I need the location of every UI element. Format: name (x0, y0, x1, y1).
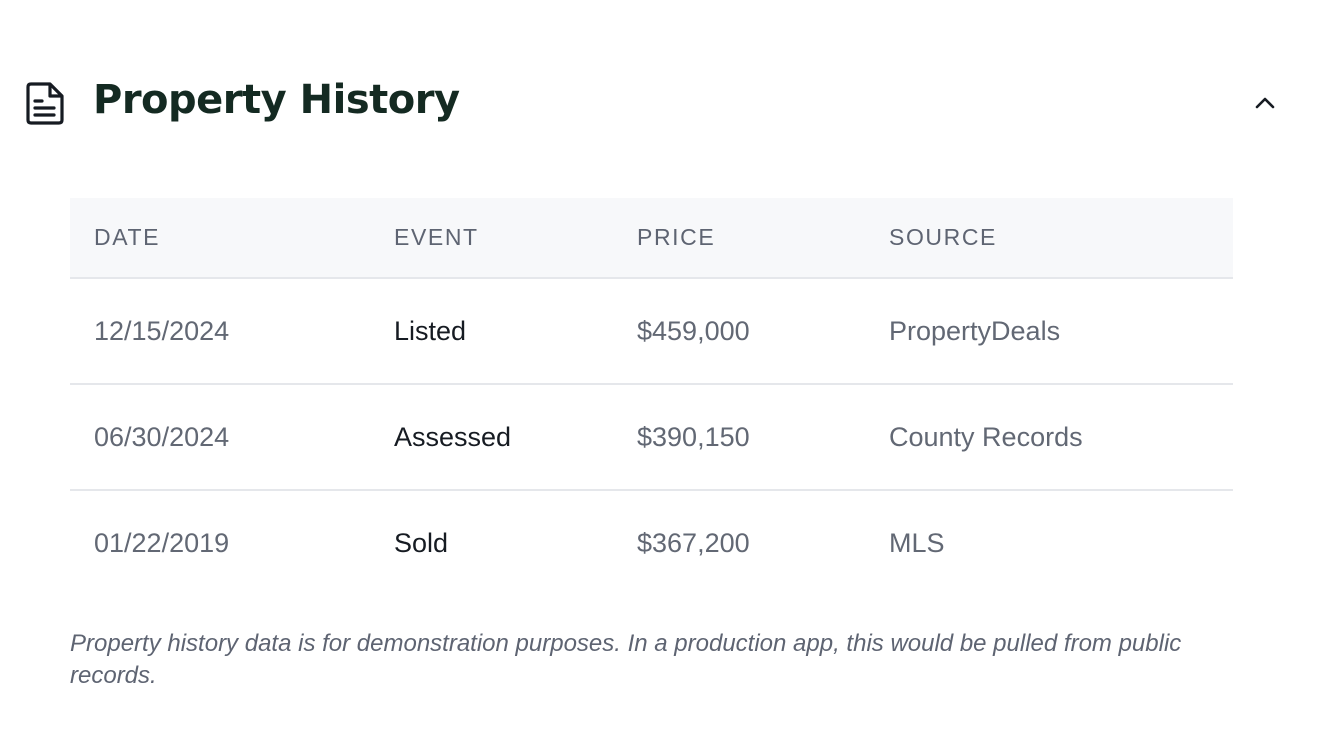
cell-source: County Records (865, 384, 1233, 491)
cell-price: $459,000 (613, 278, 865, 385)
section-title: Property History (93, 77, 460, 123)
cell-event: Sold (394, 528, 449, 558)
cell-event: Listed (370, 278, 613, 385)
cell-date: 06/30/2024 (70, 384, 370, 491)
column-header-event: EVENT (370, 198, 613, 279)
collapse-toggle-button[interactable] (1246, 86, 1284, 120)
cell-event: Assessed (370, 384, 613, 491)
cell-source: MLS (889, 528, 945, 558)
property-history-header: Property History (0, 60, 1338, 144)
table-row: 06/30/2024 Assessed $390,150 County Reco… (70, 384, 1233, 491)
table-header-row: DATE EVENT PRICE SOURCE (70, 198, 1233, 279)
cell-date: 01/22/2019 (94, 528, 230, 558)
column-header-price: PRICE (613, 198, 865, 279)
document-icon (25, 80, 67, 126)
disclaimer-footnote: Property history data is for demonstrati… (70, 630, 1182, 689)
table-row: 01/22/2019 Sold $367,200 MLS (70, 490, 1233, 596)
cell-price: $367,200 (637, 528, 750, 558)
cell-price: $390,150 (613, 384, 865, 491)
column-header-source: SOURCE (865, 198, 1233, 279)
cell-source: PropertyDeals (865, 278, 1233, 385)
table-row: 12/15/2024 Listed $459,000 PropertyDeals (70, 278, 1233, 385)
cell-date: 12/15/2024 (70, 278, 370, 385)
property-history-table: DATE EVENT PRICE SOURCE 12/15/2024 Liste… (70, 198, 1233, 596)
column-header-date: DATE (70, 198, 370, 279)
chevron-up-icon (1246, 96, 1284, 110)
